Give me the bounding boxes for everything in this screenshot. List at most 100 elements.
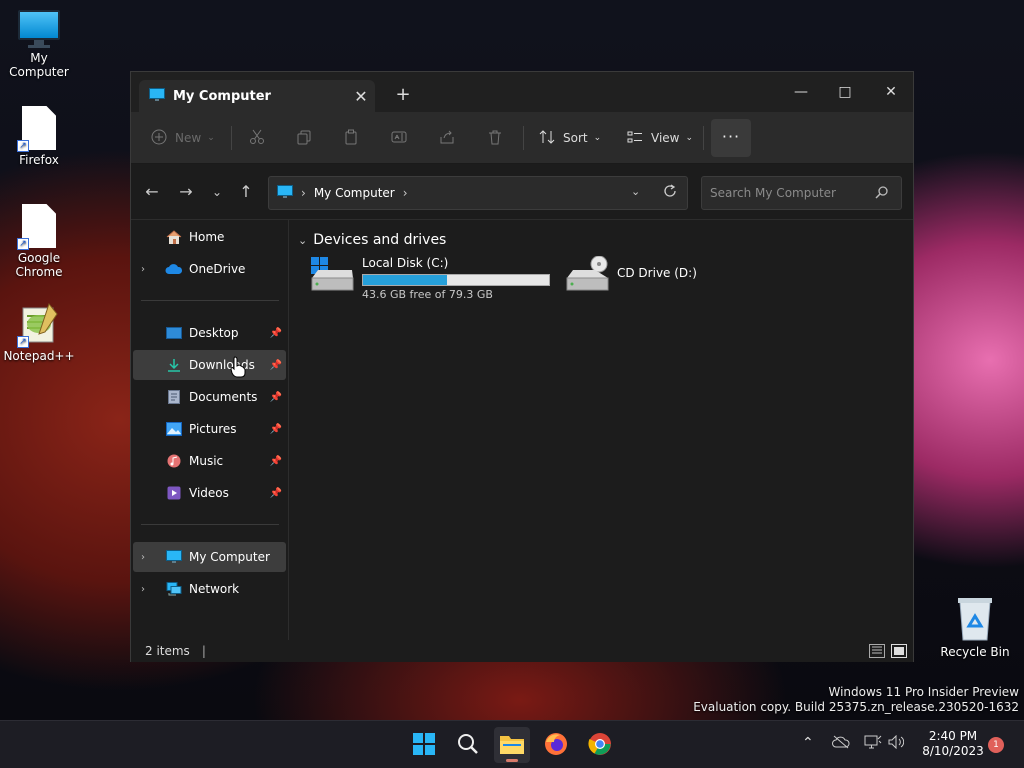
sidebar-item-downloads[interactable]: Downloads 📌 <box>133 350 286 380</box>
chevron-right-icon[interactable]: › <box>141 264 157 275</box>
desktop-icon-label: My Computer <box>9 51 69 79</box>
refresh-icon[interactable] <box>663 184 677 201</box>
sidebar-item-desktop[interactable]: Desktop 📌 <box>133 318 286 348</box>
chrome-taskbar-button[interactable] <box>582 727 618 763</box>
clock-date: 8/10/2023 <box>922 744 984 758</box>
share-button[interactable] <box>439 124 455 152</box>
status-separator: | <box>201 644 206 658</box>
sidebar-item-documents[interactable]: Documents 📌 <box>133 382 286 412</box>
cut-button[interactable] <box>249 124 265 152</box>
shortcut-arrow-icon: ↗ <box>17 140 29 152</box>
close-window-button[interactable]: ✕ <box>871 78 911 106</box>
new-button[interactable]: New ⌄ <box>151 124 215 152</box>
drive-local-disk-c[interactable]: Local Disk (C:) 43.6 GB free of 79.3 GB <box>310 256 560 302</box>
paste-button[interactable] <box>343 124 359 152</box>
sort-button-label: Sort <box>563 131 588 145</box>
new-tab-button[interactable]: + <box>393 84 413 105</box>
firefox-taskbar-button[interactable] <box>538 727 574 763</box>
drive-label: Local Disk (C:) <box>362 256 449 270</box>
search-icon[interactable] <box>875 185 891 201</box>
sidebar-item-pictures[interactable]: Pictures 📌 <box>133 414 286 444</box>
desktop-icon-my-computer[interactable]: My Computer <box>1 10 77 79</box>
network-status-icon[interactable] <box>864 735 882 753</box>
breadcrumb-separator-icon[interactable]: › <box>403 186 408 200</box>
forward-button[interactable]: → <box>175 182 197 204</box>
group-header-devices-and-drives[interactable]: ⌄ Devices and drives <box>298 232 446 248</box>
recycle-bin-icon <box>956 596 994 642</box>
hard-drive-icon <box>310 256 354 295</box>
pin-icon[interactable]: 📌 <box>270 424 282 435</box>
group-title: Devices and drives <box>313 232 447 248</box>
up-button[interactable]: ↑ <box>235 182 257 204</box>
download-icon <box>165 357 183 373</box>
trash-icon <box>487 129 503 148</box>
sort-button[interactable]: Sort ⌄ <box>539 124 601 152</box>
sidebar-item-home[interactable]: Home <box>133 222 286 252</box>
recent-locations-button[interactable]: ⌄ <box>206 182 228 204</box>
address-history-dropdown[interactable]: ⌄ <box>631 185 640 198</box>
maximize-button[interactable]: □ <box>825 78 865 106</box>
clipboard-icon <box>343 129 359 148</box>
breadcrumb-my-computer[interactable]: My Computer <box>314 186 395 200</box>
see-more-button[interactable]: ··· <box>711 119 751 157</box>
start-button[interactable] <box>406 727 442 763</box>
command-bar: New ⌄ Sort ⌄ View ⌄ ··· <box>131 112 913 164</box>
sidebar-item-label: Desktop <box>189 326 239 340</box>
desktop-folder-icon <box>165 325 183 341</box>
tab-my-computer[interactable]: My Computer ✕ <box>139 80 375 112</box>
navigation-pane: Home › OneDrive Desktop 📌 Downloads 📌 Do… <box>131 220 289 640</box>
toolbar-divider <box>523 126 524 150</box>
rename-button[interactable] <box>391 124 407 152</box>
sidebar-item-label: Pictures <box>189 422 237 436</box>
cd-drive-icon <box>565 255 611 295</box>
watermark-line-1: Windows 11 Pro Insider Preview <box>828 685 1019 699</box>
chevron-right-icon[interactable]: › <box>141 552 157 563</box>
pin-icon[interactable]: 📌 <box>270 360 282 371</box>
show-hidden-icons-chevron-up-icon[interactable]: ⌃ <box>802 735 814 751</box>
back-button[interactable]: ← <box>141 182 163 204</box>
search-input[interactable] <box>701 176 902 210</box>
address-bar[interactable]: › My Computer › ⌄ <box>268 176 688 210</box>
drive-cd-drive-d[interactable]: CD Drive (D:) <box>565 255 735 302</box>
delete-button[interactable] <box>487 124 503 152</box>
minimize-button[interactable]: — <box>781 78 821 106</box>
system-clock[interactable]: 2:40 PM 8/10/2023 <box>908 729 998 759</box>
monitor-icon <box>277 184 293 202</box>
home-icon <box>165 229 183 245</box>
details-view-icon[interactable] <box>869 644 885 658</box>
title-bar[interactable]: My Computer ✕ + — □ ✕ <box>131 72 913 112</box>
chrome-icon <box>588 732 612 759</box>
drive-usage-fill <box>363 275 447 285</box>
pin-icon[interactable]: 📌 <box>270 456 282 467</box>
chevron-down-icon[interactable]: ⌄ <box>298 234 307 247</box>
sidebar-item-videos[interactable]: Videos 📌 <box>133 478 286 508</box>
content-pane: ⌄ Devices and drives Local Disk (C:) 43.… <box>290 220 913 640</box>
file-explorer-taskbar-button[interactable] <box>494 727 530 763</box>
close-tab-icon[interactable]: ✕ <box>347 87 375 106</box>
pin-icon[interactable]: 📌 <box>270 328 282 339</box>
chevron-right-icon[interactable]: › <box>141 584 157 595</box>
cloud-icon <box>165 261 183 277</box>
desktop-icon-recycle-bin[interactable]: Recycle Bin <box>937 596 1013 659</box>
sidebar-item-my-computer[interactable]: › My Computer <box>133 542 286 572</box>
monitor-icon <box>18 10 60 48</box>
pin-icon[interactable]: 📌 <box>270 392 282 403</box>
desktop-icon-google-chrome[interactable]: ↗ Google Chrome <box>1 204 77 279</box>
cloud-offline-icon[interactable] <box>832 735 850 753</box>
notification-badge[interactable]: 1 <box>988 737 1004 753</box>
desktop-icon-firefox[interactable]: ↗ Firefox <box>1 106 77 167</box>
view-button[interactable]: View ⌄ <box>627 124 693 152</box>
copy-button[interactable] <box>296 124 312 152</box>
sidebar-item-music[interactable]: Music 📌 <box>133 446 286 476</box>
desktop-icon-label: Recycle Bin <box>940 645 1010 659</box>
desktop-icon-notepad-plus-plus[interactable]: ↗ Notepad++ <box>1 302 77 363</box>
sidebar-item-label: Home <box>189 230 225 244</box>
sidebar-item-onedrive[interactable]: › OneDrive <box>133 254 286 284</box>
large-icons-view-icon[interactable] <box>891 644 907 658</box>
pin-icon[interactable]: 📌 <box>270 488 282 499</box>
monitor-icon <box>165 549 183 565</box>
search-taskbar-button[interactable] <box>450 727 486 763</box>
sidebar-item-network[interactable]: › Network <box>133 574 286 604</box>
volume-icon[interactable] <box>888 734 905 753</box>
folder-icon <box>499 733 525 758</box>
